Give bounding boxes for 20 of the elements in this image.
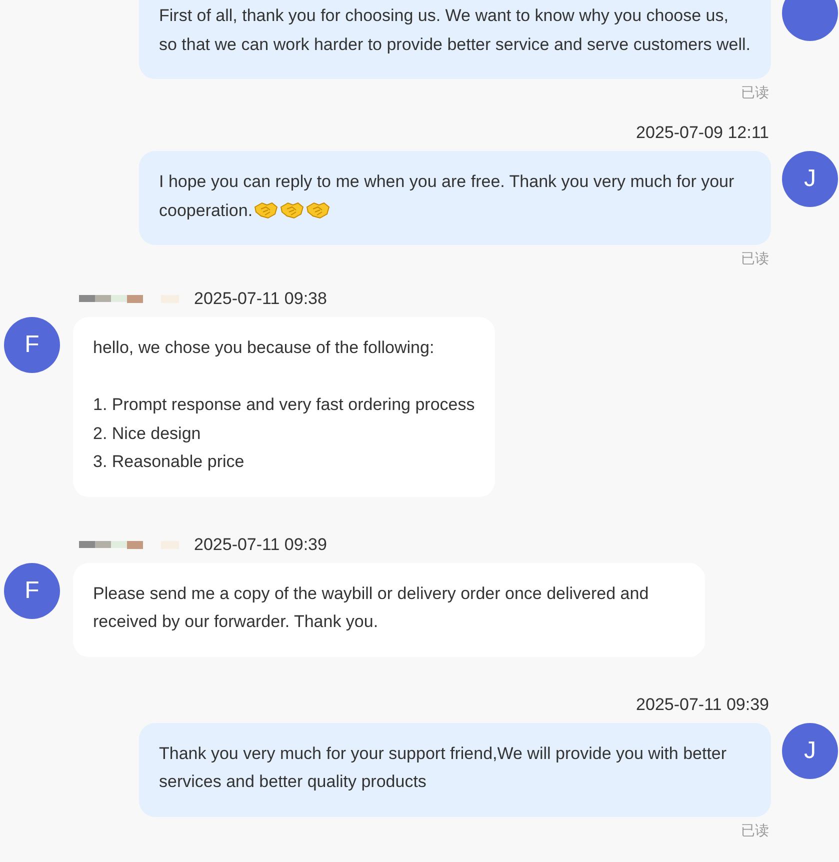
avatar: F xyxy=(4,562,60,618)
message-bubble: Thank you very much for your support friend,We will provide you with better services and better quality products xyxy=(139,722,771,816)
timestamp: 2025-07-11 09:38 xyxy=(194,289,327,309)
timestamp: 2025-07-11 09:39 xyxy=(636,694,769,714)
handshake-icon xyxy=(252,200,279,220)
read-status: 已读 xyxy=(741,820,769,840)
handshake-icon xyxy=(304,200,331,220)
message-bubble: Please send me a copy of the waybill or delivery order once delivered and received by our forwarder. Thank you. xyxy=(73,562,705,656)
handshake-icon xyxy=(278,200,305,220)
avatar xyxy=(782,0,838,41)
avatar: F xyxy=(4,317,60,373)
message-bubble: hello, we chose you because of the following: 1. Prompt response and very fast ordering process 2. Nice design 3. Reasonable price xyxy=(73,317,495,496)
timestamp: 2025-07-09 12:11 xyxy=(636,123,769,143)
message-bubble: I hope you can reply to me when you are free. Thank you very much for your cooperation. xyxy=(139,151,771,245)
avatar: J xyxy=(782,722,838,778)
read-status: 已读 xyxy=(741,83,769,102)
avatar: J xyxy=(782,151,838,207)
read-status: 已读 xyxy=(741,249,769,268)
timestamp: 2025-07-11 09:39 xyxy=(194,534,327,554)
message-bubble: First of all, thank you for choosing us. We want to know why you choose us, so that we can work harder to provide better service and serve customers well. xyxy=(139,0,771,79)
